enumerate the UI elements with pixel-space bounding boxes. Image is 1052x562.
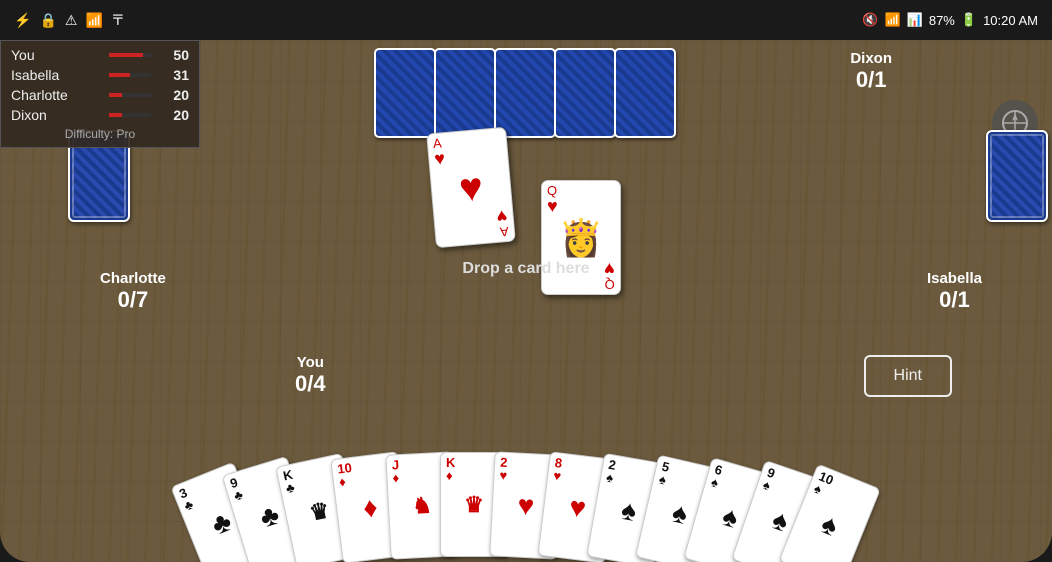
deck-card-4[interactable] <box>554 48 616 138</box>
drop-zone[interactable]: Drop a card here <box>462 260 589 278</box>
queen-rank-top: Q♥ <box>547 184 558 215</box>
score-row-you: You 50 <box>11 47 189 63</box>
player-bottom-you: You 0/4 <box>295 354 326 397</box>
player-bottom-score: 0/4 <box>295 371 326 397</box>
player-right-name: Isabella <box>927 270 982 287</box>
score-bar-dixon <box>109 113 122 117</box>
phone-frame: ⚡ 🔒 ⚠ 📶 〒 🔇 📶 📊 87% 🔋 10:20 AM You 50 <box>0 0 1052 562</box>
battery-percentage: 87% <box>929 13 955 28</box>
card-5s-center: ♠ <box>669 496 691 531</box>
player-bottom-name: You <box>295 354 326 371</box>
card-kc-top: K♣ <box>282 468 297 495</box>
card-jd-top: J♦ <box>392 458 401 484</box>
score-name-charlotte: Charlotte <box>11 87 101 103</box>
card-3c-top: 3♣ <box>177 485 195 512</box>
score-value-dixon: 20 <box>159 107 189 123</box>
queen-center: 👸 <box>559 220 604 256</box>
player-top-dixon: Dixon 0/1 <box>850 50 892 93</box>
score-row-dixon: Dixon 20 <box>11 107 189 123</box>
card-9s-top: 9♠ <box>761 466 776 493</box>
score-bar-dixon-container <box>109 113 151 117</box>
hand-cards-container: 3♣ ♣ 9♣ ♣ K♣ ♛ 10♦ ♦ <box>0 452 1052 557</box>
battery-icon: 🔋 <box>961 12 977 28</box>
score-value-isabella: 31 <box>159 67 189 83</box>
ace-of-hearts[interactable]: A♥ ♥ A♥ <box>426 127 516 249</box>
card-kd-top: K♦ <box>446 456 455 482</box>
wifi-icon: 📶 <box>884 12 900 28</box>
hand-area: 3♣ ♣ 9♣ ♣ K♣ ♛ 10♦ ♦ <box>0 407 1052 562</box>
card-2s-top: 2♠ <box>605 458 617 485</box>
score-bar-you-container <box>109 53 151 57</box>
player-right-isabella: Isabella 0/1 <box>927 270 982 313</box>
score-name-you: You <box>11 47 101 63</box>
card-kd-center: ♛ <box>464 492 484 518</box>
mute-icon: 🔇 <box>862 12 878 28</box>
right-card-back-1 <box>986 130 1048 222</box>
deck-card-3[interactable] <box>494 48 556 138</box>
drop-zone-text: Drop a card here <box>462 260 589 277</box>
warning-icon: ⚠ <box>65 12 78 29</box>
card-2s-center: ♠ <box>619 493 639 527</box>
wifi-off-icon: 📶 <box>85 12 102 29</box>
antenna-icon: 〒 <box>111 10 125 30</box>
player-left-charlotte: Charlotte 0/7 <box>100 270 166 313</box>
card-8h-center: ♥ <box>567 491 587 525</box>
card-9c-center: ♣ <box>256 498 283 534</box>
signal-icon: 📊 <box>907 12 923 28</box>
player-top-name: Dixon <box>850 50 892 67</box>
card-kc-center: ♛ <box>307 497 332 527</box>
status-icons-right: 🔇 📶 📊 87% 🔋 10:20 AM <box>862 12 1038 28</box>
ace-rank-bottom: A♥ <box>496 207 509 239</box>
status-bar: ⚡ 🔒 ⚠ 📶 〒 🔇 📶 📊 87% 🔋 10:20 AM <box>0 0 1052 40</box>
card-2h-top: 2♥ <box>499 456 508 482</box>
deck-card-5[interactable] <box>614 48 676 138</box>
ace-rank-top: A♥ <box>432 136 445 168</box>
deck-card-1[interactable] <box>374 48 436 138</box>
hint-button[interactable]: Hint <box>864 355 952 397</box>
clock: 10:20 AM <box>983 13 1038 28</box>
player-right-score: 0/1 <box>927 287 982 313</box>
card-6s-top: 6♠ <box>710 463 724 490</box>
score-bar-isabella-container <box>109 73 151 77</box>
top-deck[interactable] <box>376 48 676 138</box>
card-jd-center: ♞ <box>412 492 433 519</box>
player-left-score: 0/7 <box>100 287 166 313</box>
right-card-stack <box>986 130 1048 222</box>
score-name-dixon: Dixon <box>11 107 101 123</box>
player-top-score: 0/1 <box>850 67 892 93</box>
card-2h-center: ♥ <box>517 489 535 522</box>
score-name-isabella: Isabella <box>11 67 101 83</box>
card-10s-center: ♠ <box>817 507 843 542</box>
score-panel: You 50 Isabella 31 Charlotte 20 <box>0 40 200 148</box>
card-10s-top: 10♠ <box>812 469 835 499</box>
score-row-charlotte: Charlotte 20 <box>11 87 189 103</box>
score-value-you: 50 <box>159 47 189 63</box>
status-icons-left: ⚡ 🔒 ⚠ 📶 〒 <box>14 10 125 30</box>
card-9c-top: 9♣ <box>229 475 245 502</box>
card-8h-top: 8♥ <box>553 456 564 483</box>
score-bar-isabella <box>109 73 130 77</box>
card-6s-center: ♠ <box>719 500 742 535</box>
card-10d-top: 10♦ <box>337 461 355 489</box>
score-bar-you <box>109 53 143 57</box>
deck-card-2[interactable] <box>434 48 496 138</box>
game-area: You 50 Isabella 31 Charlotte 20 <box>0 40 1052 562</box>
score-bar-charlotte-container <box>109 93 151 97</box>
card-5s-top: 5♠ <box>658 460 671 487</box>
queen-rank-bottom: Q♥ <box>604 260 615 291</box>
ace-center: ♥ <box>457 167 484 209</box>
card-10d-center: ♦ <box>361 491 379 525</box>
score-value-charlotte: 20 <box>159 87 189 103</box>
difficulty-label: Difficulty: Pro <box>11 127 189 141</box>
lock-icon: 🔒 <box>39 12 56 29</box>
player-left-name: Charlotte <box>100 270 166 287</box>
score-row-isabella: Isabella 31 <box>11 67 189 83</box>
score-bar-charlotte <box>109 93 122 97</box>
usb-icon: ⚡ <box>14 12 31 29</box>
